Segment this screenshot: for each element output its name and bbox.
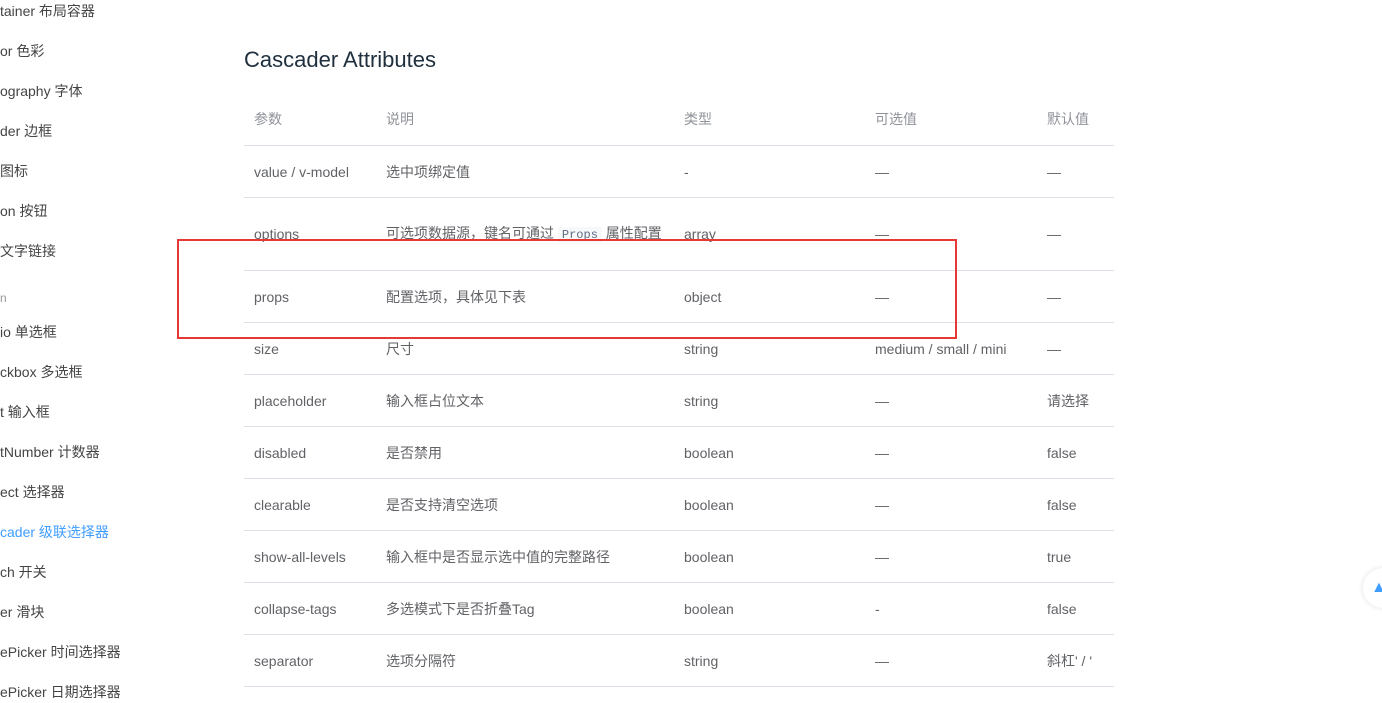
cell-default: — — [1037, 197, 1114, 271]
table-row: props 配置选项，具体见下表 object — — — [244, 270, 1114, 323]
cell-default: — — [1037, 322, 1114, 375]
cell-description: 输入框中是否显示选中值的完整路径 — [376, 530, 674, 583]
table-row: show-all-levels 输入框中是否显示选中值的完整路径 boolean… — [244, 530, 1114, 583]
cell-default: false — [1037, 478, 1114, 531]
sidebar-item-time-picker[interactable]: ePicker 时间选择器 — [0, 642, 121, 662]
description-text: 属性配置 — [605, 225, 662, 241]
sidebar-item-typography[interactable]: ography 字体 — [0, 81, 82, 101]
attributes-table: 参数 说明 类型 可选值 默认值 value / v-model 选中项绑定值 … — [244, 93, 1114, 687]
table-row: size 尺寸 string medium / small / mini — — [244, 322, 1114, 375]
chevron-up-icon: ▲ — [1371, 579, 1382, 596]
column-header-options: 可选值 — [865, 93, 1037, 146]
cell-options: — — [865, 270, 1037, 323]
column-header-type: 类型 — [674, 93, 865, 146]
cell-type: - — [674, 145, 865, 198]
cell-default: — — [1037, 145, 1114, 198]
cell-param: options — [244, 197, 376, 271]
table-row: placeholder 输入框占位文本 string — 请选择 — [244, 374, 1114, 427]
sidebar-item-border[interactable]: der 边框 — [0, 121, 52, 141]
sidebar-item-slider[interactable]: er 滑块 — [0, 602, 44, 622]
sidebar-item-input[interactable]: t 输入框 — [0, 402, 50, 422]
column-header-description: 说明 — [376, 93, 674, 146]
sidebar-group-form: n — [0, 291, 7, 305]
cell-type: boolean — [674, 478, 865, 531]
sidebar-item-checkbox[interactable]: ckbox 多选框 — [0, 362, 82, 382]
cell-param: collapse-tags — [244, 582, 376, 635]
cell-type: boolean — [674, 426, 865, 479]
cell-type: string — [674, 634, 865, 687]
cell-param: show-all-levels — [244, 530, 376, 583]
sidebar-nav: tainer 布局容器 or 色彩 ography 字体 der 边框 图标 o… — [0, 0, 200, 703]
sidebar-item-cascader[interactable]: cader 级联选择器 — [0, 522, 109, 542]
scroll-to-top-button[interactable]: ▲ — [1363, 568, 1382, 608]
cell-default: false — [1037, 582, 1114, 635]
cell-type: boolean — [674, 582, 865, 635]
sidebar-item-button[interactable]: on 按钮 — [0, 201, 47, 221]
cell-param: value / v-model — [244, 145, 376, 198]
cell-type: string — [674, 374, 865, 427]
sidebar-item-color[interactable]: or 色彩 — [0, 41, 44, 61]
table-row: disabled 是否禁用 boolean — false — [244, 426, 1114, 479]
cell-options: medium / small / mini — [865, 322, 1037, 375]
cell-options: — — [865, 530, 1037, 583]
page-title: Cascader Attributes — [244, 47, 436, 72]
cell-description: 选项分隔符 — [376, 634, 674, 687]
cell-default: — — [1037, 270, 1114, 323]
cell-param: clearable — [244, 478, 376, 531]
cell-description: 选中项绑定值 — [376, 145, 674, 198]
sidebar-item-container[interactable]: tainer 布局容器 — [0, 1, 95, 21]
cell-default: true — [1037, 530, 1114, 583]
cell-options: — — [865, 478, 1037, 531]
cell-description: 是否支持清空选项 — [376, 478, 674, 531]
table-row: options 可选项数据源，键名可通过 Props 属性配置 array — … — [244, 197, 1114, 271]
cell-options: — — [865, 426, 1037, 479]
sidebar-item-icon[interactable]: 图标 — [0, 161, 28, 181]
cell-options: — — [865, 634, 1037, 687]
cell-param: separator — [244, 634, 376, 687]
inline-code: Props — [557, 227, 602, 243]
sidebar-item-switch[interactable]: ch 开关 — [0, 562, 47, 582]
table-row: clearable 是否支持清空选项 boolean — false — [244, 478, 1114, 531]
table-header-row: 参数 说明 类型 可选值 默认值 — [244, 93, 1114, 146]
cell-options: — — [865, 197, 1037, 271]
cell-default: 请选择 — [1037, 374, 1114, 427]
description-text: 可选项数据源，键名可通过 — [386, 225, 554, 241]
cell-options: — — [865, 374, 1037, 427]
table-row: value / v-model 选中项绑定值 - — — — [244, 145, 1114, 198]
cell-options: — — [865, 145, 1037, 198]
cell-param: disabled — [244, 426, 376, 479]
sidebar-item-radio[interactable]: io 单选框 — [0, 322, 57, 342]
sidebar-item-link[interactable]: 文字链接 — [0, 241, 56, 261]
cell-param: placeholder — [244, 374, 376, 427]
cell-options: - — [865, 582, 1037, 635]
cell-param: size — [244, 322, 376, 375]
column-header-param: 参数 — [244, 93, 376, 146]
cell-type: object — [674, 270, 865, 323]
cell-type: string — [674, 322, 865, 375]
sidebar-item-date-picker[interactable]: ePicker 日期选择器 — [0, 682, 121, 702]
cell-type: boolean — [674, 530, 865, 583]
cell-type: array — [674, 197, 865, 271]
cell-description: 尺寸 — [376, 322, 674, 375]
cell-description: 配置选项，具体见下表 — [376, 270, 674, 323]
cell-description: 输入框占位文本 — [376, 374, 674, 427]
column-header-default: 默认值 — [1037, 93, 1114, 146]
cell-description: 多选模式下是否折叠Tag — [376, 582, 674, 635]
table-row: collapse-tags 多选模式下是否折叠Tag boolean - fal… — [244, 582, 1114, 635]
sidebar-item-input-number[interactable]: tNumber 计数器 — [0, 442, 100, 462]
cell-default: 斜杠' / ' — [1037, 634, 1114, 687]
cell-description: 是否禁用 — [376, 426, 674, 479]
sidebar-item-select[interactable]: ect 选择器 — [0, 482, 65, 502]
cell-param: props — [244, 270, 376, 323]
cell-description: 可选项数据源，键名可通过 Props 属性配置 — [376, 197, 674, 271]
cell-default: false — [1037, 426, 1114, 479]
table-row: separator 选项分隔符 string — 斜杠' / ' — [244, 634, 1114, 687]
